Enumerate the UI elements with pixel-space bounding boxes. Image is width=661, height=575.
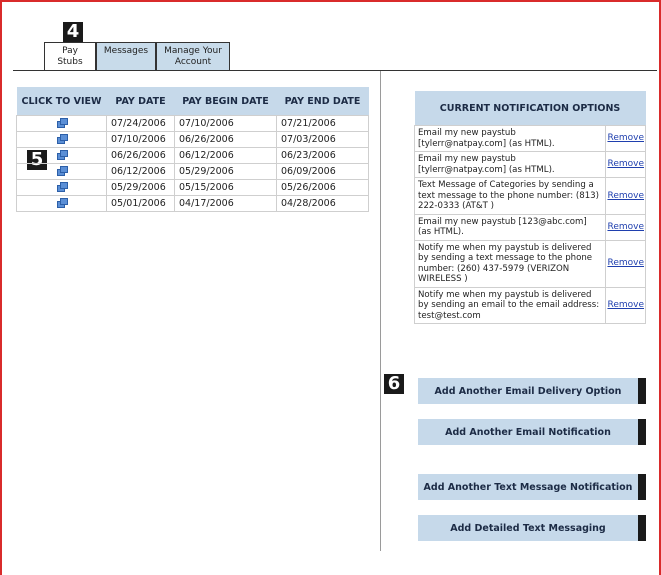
panel-divider <box>380 71 381 551</box>
table-row: 05/29/2006 05/15/2006 05/26/2006 <box>16 179 369 196</box>
pay-stub-view-icon[interactable] <box>57 182 68 192</box>
list-item: Email my new paystub [123@abc.com] (as H… <box>413 213 646 241</box>
pay-begin-cell: 04/17/2006 <box>174 195 277 212</box>
notification-description: Notify me when my paystub is delivered b… <box>413 239 607 288</box>
pay-end-cell: 05/26/2006 <box>276 179 369 196</box>
col-pay-end-date: PAY END DATE <box>276 87 369 116</box>
view-cell[interactable] <box>16 163 107 180</box>
add-email-notification-button[interactable]: Add Another Email Notification <box>418 419 646 445</box>
notification-header-row: CURRENT NOTIFICATION OPTIONS <box>414 91 646 126</box>
list-item: Notify me when my paystub is delivered b… <box>413 239 646 288</box>
pay-date-cell: 07/24/2006 <box>106 115 175 132</box>
remove-link[interactable]: Remove <box>607 159 644 169</box>
view-cell[interactable] <box>16 115 107 132</box>
pay-end-cell: 06/23/2006 <box>276 147 369 164</box>
list-item: Email my new paystub [tylerr@natpay.com]… <box>413 151 646 178</box>
pay-date-cell: 06/26/2006 <box>106 147 175 164</box>
pay-date-cell: 05/01/2006 <box>106 195 175 212</box>
pay-begin-cell: 05/29/2006 <box>174 163 277 180</box>
paystubs-table: CLICK TO VIEW PAY DATE PAY BEGIN DATE PA… <box>16 87 369 212</box>
pay-stub-view-icon[interactable] <box>57 198 68 208</box>
pay-end-cell: 07/21/2006 <box>276 115 369 132</box>
notification-description: Email my new paystub [tylerr@natpay.com]… <box>413 125 607 152</box>
pay-begin-cell: 05/15/2006 <box>174 179 277 196</box>
remove-link[interactable]: Remove <box>607 258 644 268</box>
list-item: Text Message of Categories by sending a … <box>413 177 646 215</box>
col-click-to-view: CLICK TO VIEW <box>16 87 107 116</box>
view-cell[interactable] <box>16 195 107 212</box>
pay-end-cell: 04/28/2006 <box>276 195 369 212</box>
notification-options-table: CURRENT NOTIFICATION OPTIONS Email my ne… <box>413 91 646 324</box>
table-row: 06/26/2006 06/12/2006 06/23/2006 <box>16 147 369 164</box>
pay-begin-cell: 06/26/2006 <box>174 131 277 148</box>
col-pay-date: PAY DATE <box>106 87 175 116</box>
pay-date-cell: 07/10/2006 <box>106 131 175 148</box>
table-row: 06/12/2006 05/29/2006 06/09/2006 <box>16 163 369 180</box>
pay-date-cell: 05/29/2006 <box>106 179 175 196</box>
view-cell[interactable] <box>16 179 107 196</box>
paystubs-header-row: CLICK TO VIEW PAY DATE PAY BEGIN DATE PA… <box>16 87 369 116</box>
pay-end-cell: 06/09/2006 <box>276 163 369 180</box>
notification-description: Text Message of Categories by sending a … <box>413 177 607 215</box>
pay-end-cell: 07/03/2006 <box>276 131 369 148</box>
add-email-delivery-button[interactable]: Add Another Email Delivery Option <box>418 378 646 404</box>
pay-stub-view-icon[interactable] <box>57 166 68 176</box>
pay-date-cell: 06/12/2006 <box>106 163 175 180</box>
callout-badge-4: 4 <box>63 22 83 42</box>
list-item: Notify me when my paystub is delivered b… <box>413 286 646 324</box>
table-row: 07/10/2006 06/26/2006 07/03/2006 <box>16 131 369 148</box>
view-cell[interactable] <box>16 147 107 164</box>
pay-stub-view-icon[interactable] <box>57 118 68 128</box>
table-row: 05/01/2006 04/17/2006 04/28/2006 <box>16 195 369 212</box>
remove-link[interactable]: Remove <box>607 222 644 232</box>
notification-description: Email my new paystub [tylerr@natpay.com]… <box>413 151 607 178</box>
remove-link[interactable]: Remove <box>607 133 644 143</box>
notification-description: Email my new paystub [123@abc.com] (as H… <box>413 213 607 241</box>
remove-link[interactable]: Remove <box>607 300 644 310</box>
tab-pay-stubs[interactable]: Pay Stubs <box>44 42 96 71</box>
notification-options-heading: CURRENT NOTIFICATION OPTIONS <box>414 91 646 126</box>
list-item: Email my new paystub [tylerr@natpay.com]… <box>413 125 646 152</box>
pay-stub-view-icon[interactable] <box>57 134 68 144</box>
tab-baseline <box>13 70 657 71</box>
view-cell[interactable] <box>16 131 107 148</box>
notification-description: Notify me when my paystub is delivered b… <box>413 286 607 324</box>
add-text-notification-button[interactable]: Add Another Text Message Notification <box>418 474 646 500</box>
tab-manage-account[interactable]: Manage Your Account <box>156 42 230 71</box>
pay-begin-cell: 07/10/2006 <box>174 115 277 132</box>
pay-begin-cell: 06/12/2006 <box>174 147 277 164</box>
callout-badge-6: 6 <box>384 374 404 394</box>
add-detailed-text-button[interactable]: Add Detailed Text Messaging <box>418 515 646 541</box>
tab-messages[interactable]: Messages <box>96 42 156 71</box>
remove-link[interactable]: Remove <box>607 191 644 201</box>
pay-stub-view-icon[interactable] <box>57 150 68 160</box>
col-pay-begin-date: PAY BEGIN DATE <box>174 87 277 116</box>
table-row: 07/24/2006 07/10/2006 07/21/2006 <box>16 115 369 132</box>
